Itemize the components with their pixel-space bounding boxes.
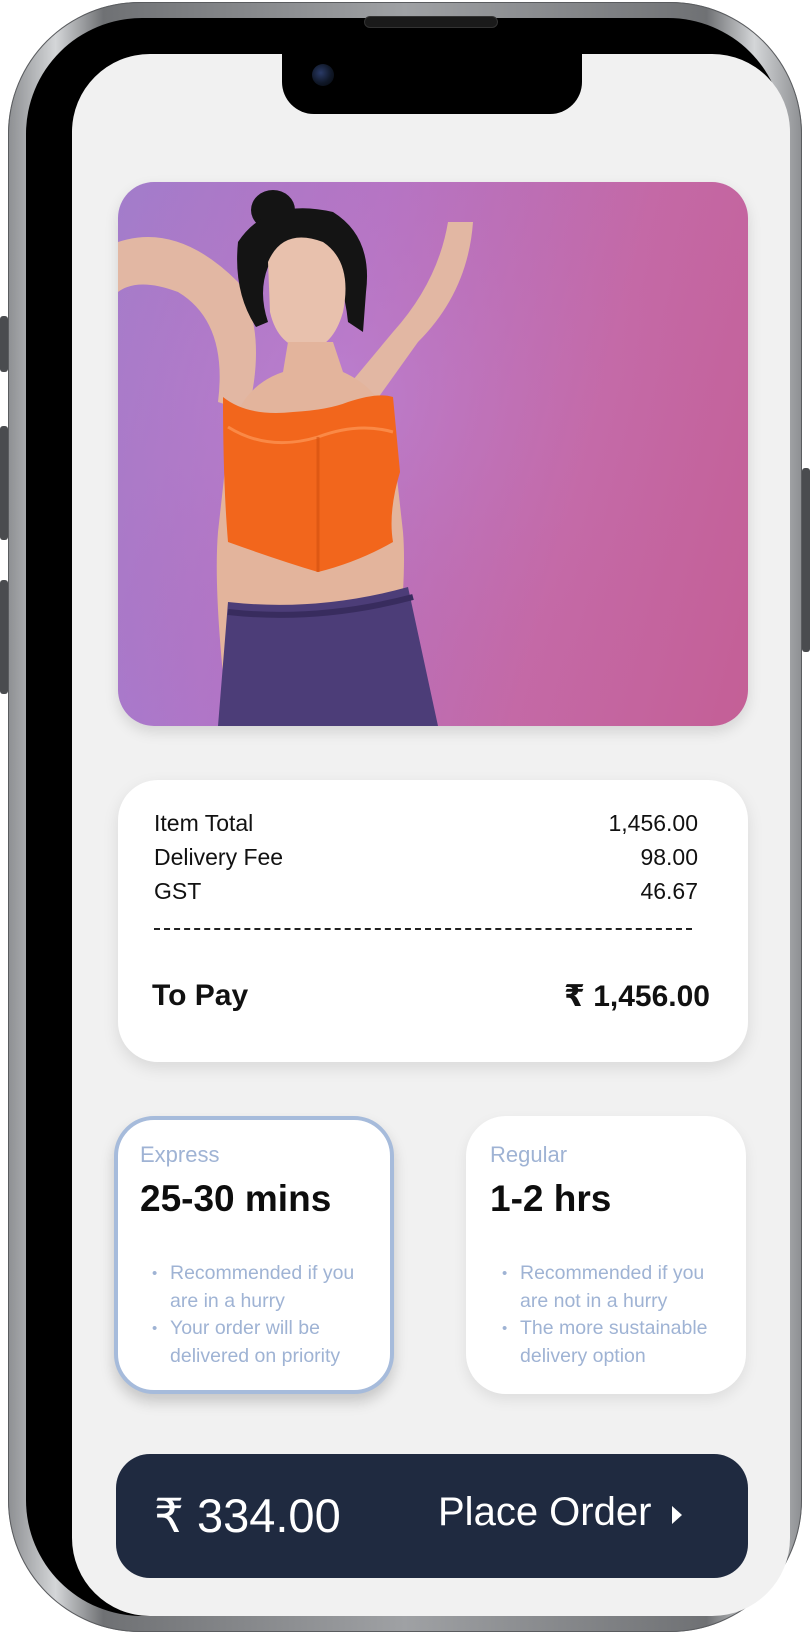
delivery-option-regular[interactable]: Regular 1-2 hrs Recommended if you are n… xyxy=(466,1116,746,1394)
phone-bezel: Item Total 1,456.00 Delivery Fee 98.00 G… xyxy=(26,16,790,1616)
delivery-option-express[interactable]: Express 25-30 mins Recommended if you ar… xyxy=(114,1116,394,1394)
to-pay-value: ₹ 1,456.00 xyxy=(564,979,710,1013)
bill-row-item-total: Item Total 1,456.00 xyxy=(154,806,698,840)
bill-row-label: GST xyxy=(154,877,202,904)
bill-row-value: 98.00 xyxy=(640,843,698,870)
earpiece-speaker xyxy=(364,16,498,28)
side-button-volume-up xyxy=(0,426,8,540)
dashed-divider xyxy=(154,928,692,930)
delivery-notes-list: Recommended if you are not in a hurry Th… xyxy=(490,1260,732,1370)
app-screen: Item Total 1,456.00 Delivery Fee 98.00 G… xyxy=(72,54,790,1616)
delivery-time: 25-30 mins xyxy=(140,1178,332,1219)
delivery-time: 1-2 hrs xyxy=(490,1178,612,1219)
place-order-button[interactable]: ₹ 334.00 Place Order xyxy=(116,1454,748,1578)
delivery-note: The more sustainable delivery option xyxy=(490,1315,732,1370)
front-camera-icon xyxy=(312,64,334,86)
product-image[interactable] xyxy=(118,182,748,726)
side-button-mute xyxy=(0,316,8,372)
bill-row-gst: GST 46.67 xyxy=(154,874,698,908)
to-pay-row: To Pay ₹ 1,456.00 xyxy=(152,976,710,1016)
delivery-note: Your order will be delivered on priority xyxy=(140,1315,376,1370)
delivery-note: Recommended if you are in a hurry xyxy=(140,1260,376,1315)
delivery-notes-list: Recommended if you are in a hurry Your o… xyxy=(140,1260,376,1370)
bill-summary-card: Item Total 1,456.00 Delivery Fee 98.00 G… xyxy=(118,780,748,1062)
phone-frame: Item Total 1,456.00 Delivery Fee 98.00 G… xyxy=(0,2,810,1632)
bill-row-value: 1,456.00 xyxy=(608,809,698,836)
place-order-label: Place Order xyxy=(438,1490,652,1534)
bill-row-delivery-fee: Delivery Fee 98.00 xyxy=(154,840,698,874)
delivery-type-label: Regular xyxy=(490,1142,568,1167)
delivery-note: Recommended if you are not in a hurry xyxy=(490,1260,732,1315)
notch xyxy=(282,54,582,114)
side-button-volume-down xyxy=(0,580,8,694)
delivery-type-label: Express xyxy=(140,1142,220,1167)
bill-row-label: Delivery Fee xyxy=(154,843,284,870)
order-amount: ₹ 334.00 xyxy=(154,1489,341,1542)
bill-row-label: Item Total xyxy=(154,809,254,836)
to-pay-label: To Pay xyxy=(152,979,249,1012)
product-photo-illustration xyxy=(118,182,748,726)
caret-right-icon xyxy=(672,1506,682,1524)
bill-row-value: 46.67 xyxy=(640,877,698,904)
side-button-power xyxy=(802,468,810,652)
